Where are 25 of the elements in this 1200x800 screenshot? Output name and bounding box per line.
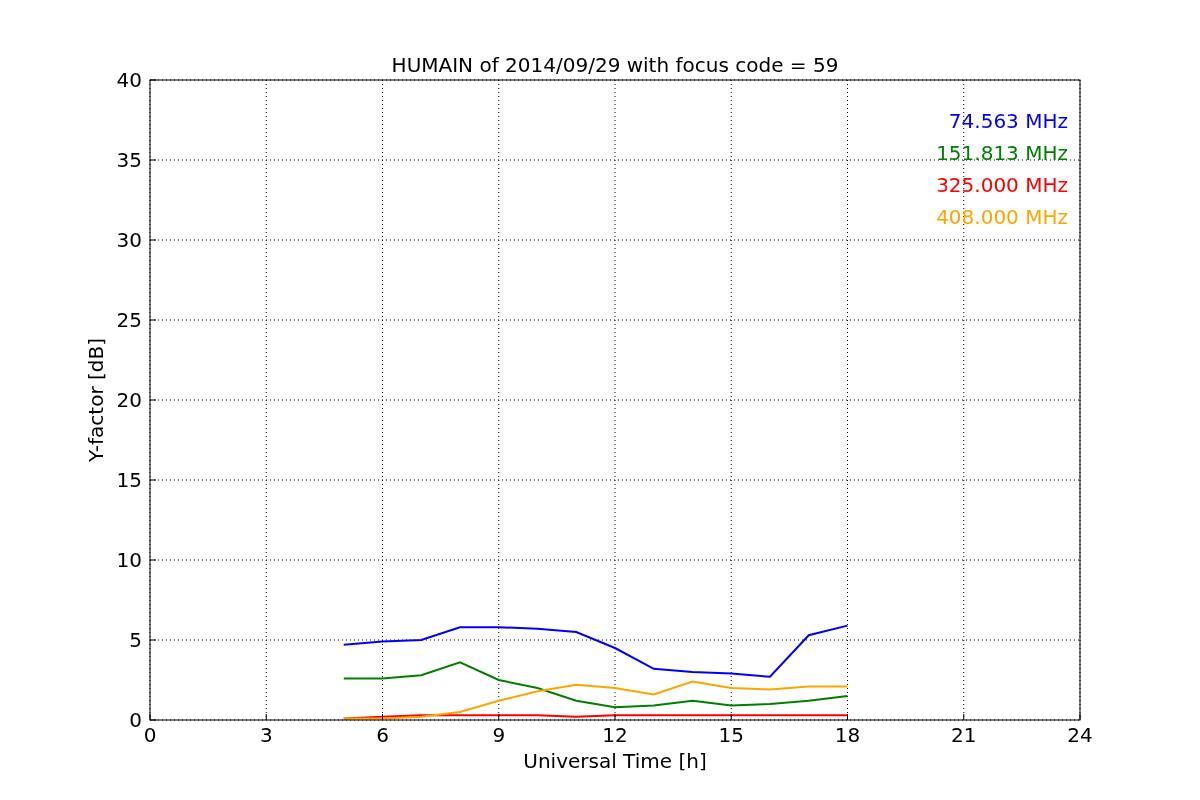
y-tick-label: 40 <box>116 68 142 92</box>
y-tick-label: 5 <box>129 628 142 652</box>
x-axis-label: Universal Time [h] <box>523 749 707 773</box>
x-tick-label: 21 <box>951 723 977 747</box>
y-tick-label: 30 <box>116 228 142 252</box>
y-tick-label: 35 <box>116 148 142 172</box>
legend-label: 408.000 MHz <box>936 205 1068 229</box>
x-tick-label: 9 <box>492 723 506 747</box>
y-tick-label: 15 <box>116 468 142 492</box>
x-tick-label: 3 <box>259 723 273 747</box>
y-tick-label: 20 <box>116 388 142 412</box>
chart-title: HUMAIN of 2014/09/29 with focus code = 59 <box>391 53 839 77</box>
y-tick-label: 0 <box>129 708 142 732</box>
legend-label: 151.813 MHz <box>936 141 1068 165</box>
x-tick-label: 12 <box>602 723 628 747</box>
y-axis-label: Y-factor [dB] <box>84 338 108 462</box>
x-tick-label: 6 <box>376 723 389 747</box>
legend-label: 74.563 MHz <box>948 109 1068 133</box>
x-tick-label: 0 <box>143 723 157 747</box>
y-tick-label: 10 <box>116 548 142 572</box>
x-tick-label: 24 <box>1067 723 1093 747</box>
x-tick-label: 15 <box>718 723 744 747</box>
y-tick-label: 25 <box>116 308 142 332</box>
legend-label: 325.000 MHz <box>936 173 1068 197</box>
x-tick-label: 18 <box>834 723 861 747</box>
